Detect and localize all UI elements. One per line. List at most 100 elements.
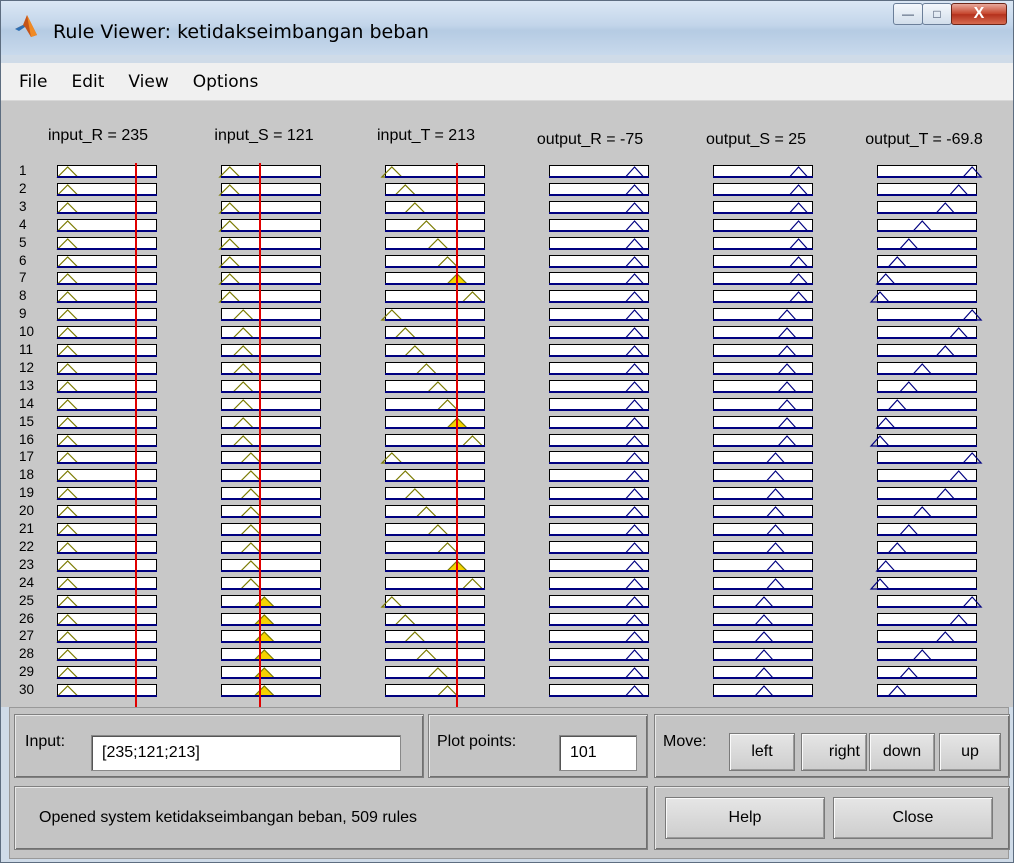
membership-function-box (218, 218, 321, 232)
membership-function-box (713, 272, 813, 286)
membership-triangle (414, 649, 438, 661)
menu-file[interactable]: File (7, 72, 59, 92)
membership-triangle (788, 183, 809, 196)
membership-function-box (713, 505, 813, 519)
membership-function-box (713, 361, 813, 375)
close-button[interactable]: Close (833, 797, 993, 839)
membership-function-box (713, 612, 813, 626)
membership-triangle (436, 398, 459, 411)
maximize-button[interactable]: □ (922, 3, 952, 25)
membership-triangle (765, 577, 786, 590)
membership-function-box (877, 182, 977, 196)
membership-function-box (221, 469, 321, 483)
input-value-marker[interactable] (456, 163, 458, 707)
action-group: Help Close (654, 786, 1010, 850)
membership-function-box (877, 505, 977, 519)
move-group: Move: left right down up (654, 714, 1010, 778)
membership-triangle (56, 273, 80, 285)
membership-function-box (221, 308, 321, 322)
membership-function-box (713, 684, 813, 698)
membership-function-box (218, 165, 321, 178)
membership-function-box (877, 379, 977, 393)
membership-triangle (239, 577, 263, 590)
move-left-button[interactable]: left (729, 733, 795, 771)
membership-triangle (624, 649, 645, 661)
plot-points-field[interactable]: 101 (559, 735, 637, 771)
membership-function-box (56, 540, 157, 554)
membership-triangle (56, 309, 80, 321)
membership-triangle (788, 291, 809, 303)
membership-triangle (624, 434, 645, 447)
membership-function-box (385, 344, 485, 357)
membership-triangle (753, 595, 775, 608)
membership-function-box (56, 594, 157, 608)
input-field[interactable]: [235;121;213] (91, 735, 401, 771)
membership-function-box (56, 558, 157, 572)
move-down-button[interactable]: down (869, 733, 935, 771)
membership-triangle (934, 345, 956, 357)
membership-function-box (713, 254, 813, 268)
membership-triangle (948, 613, 970, 626)
move-up-button[interactable]: up (939, 733, 1001, 771)
membership-function-box (221, 630, 321, 644)
membership-triangle (239, 470, 263, 482)
membership-function-box (385, 576, 485, 590)
membership-triangle (875, 559, 897, 572)
membership-triangle (56, 345, 80, 357)
membership-function-box (549, 540, 649, 554)
membership-triangle (436, 685, 459, 697)
move-right-button[interactable]: right (801, 733, 867, 771)
membership-triangle (56, 166, 80, 178)
membership-function-box (877, 540, 977, 554)
membership-function-box (385, 684, 485, 698)
membership-function-box (221, 415, 321, 429)
membership-function-box (380, 451, 485, 465)
membership-triangle (624, 631, 645, 643)
membership-triangle (218, 184, 242, 196)
input-value-marker[interactable] (259, 163, 261, 707)
menu-options[interactable]: Options (181, 72, 271, 92)
membership-function-box (713, 523, 813, 536)
membership-triangle (380, 309, 404, 321)
membership-function-box (385, 540, 485, 554)
menu-view[interactable]: View (116, 72, 180, 92)
column-title-2: input_T = 213 (376, 127, 475, 144)
membership-triangle (875, 273, 897, 285)
membership-function-box (549, 236, 649, 250)
rule-number: 17 (19, 449, 35, 465)
membership-triangle (56, 595, 80, 608)
window-controls: — □ X (893, 3, 1007, 29)
membership-triangle (56, 219, 80, 232)
membership-function-box (713, 326, 813, 340)
column-title-3: output_R = -75 (536, 131, 644, 148)
membership-function-box (218, 236, 321, 250)
membership-function-box (385, 415, 485, 429)
membership-function-box (56, 182, 157, 196)
membership-function-box (56, 505, 157, 519)
membership-triangle (56, 184, 80, 196)
membership-function-box (877, 361, 977, 375)
help-button[interactable]: Help (665, 797, 825, 839)
membership-triangle (461, 434, 484, 447)
membership-function-box (549, 272, 649, 286)
input-value-marker[interactable] (135, 163, 137, 707)
rule-number: 25 (19, 592, 35, 608)
membership-triangle (461, 577, 484, 590)
minimize-button[interactable]: — (893, 3, 923, 25)
menu-edit[interactable]: Edit (59, 72, 116, 92)
membership-function-box (56, 451, 157, 465)
membership-function-box (549, 523, 649, 536)
membership-function-box (221, 523, 321, 536)
status-group: Opened system ketidakseimbangan beban, 5… (14, 786, 648, 850)
membership-triangle (765, 541, 786, 554)
close-window-button[interactable]: X (951, 3, 1007, 25)
membership-function-box (869, 433, 977, 447)
membership-triangle (252, 595, 276, 608)
membership-triangle (239, 524, 263, 536)
membership-function-box (385, 505, 485, 519)
rule-number: 19 (19, 485, 35, 501)
membership-triangle (624, 506, 645, 518)
plot-points-group: Plot points: 101 (428, 714, 648, 778)
membership-function-box (713, 218, 813, 232)
membership-function-box (713, 433, 813, 447)
